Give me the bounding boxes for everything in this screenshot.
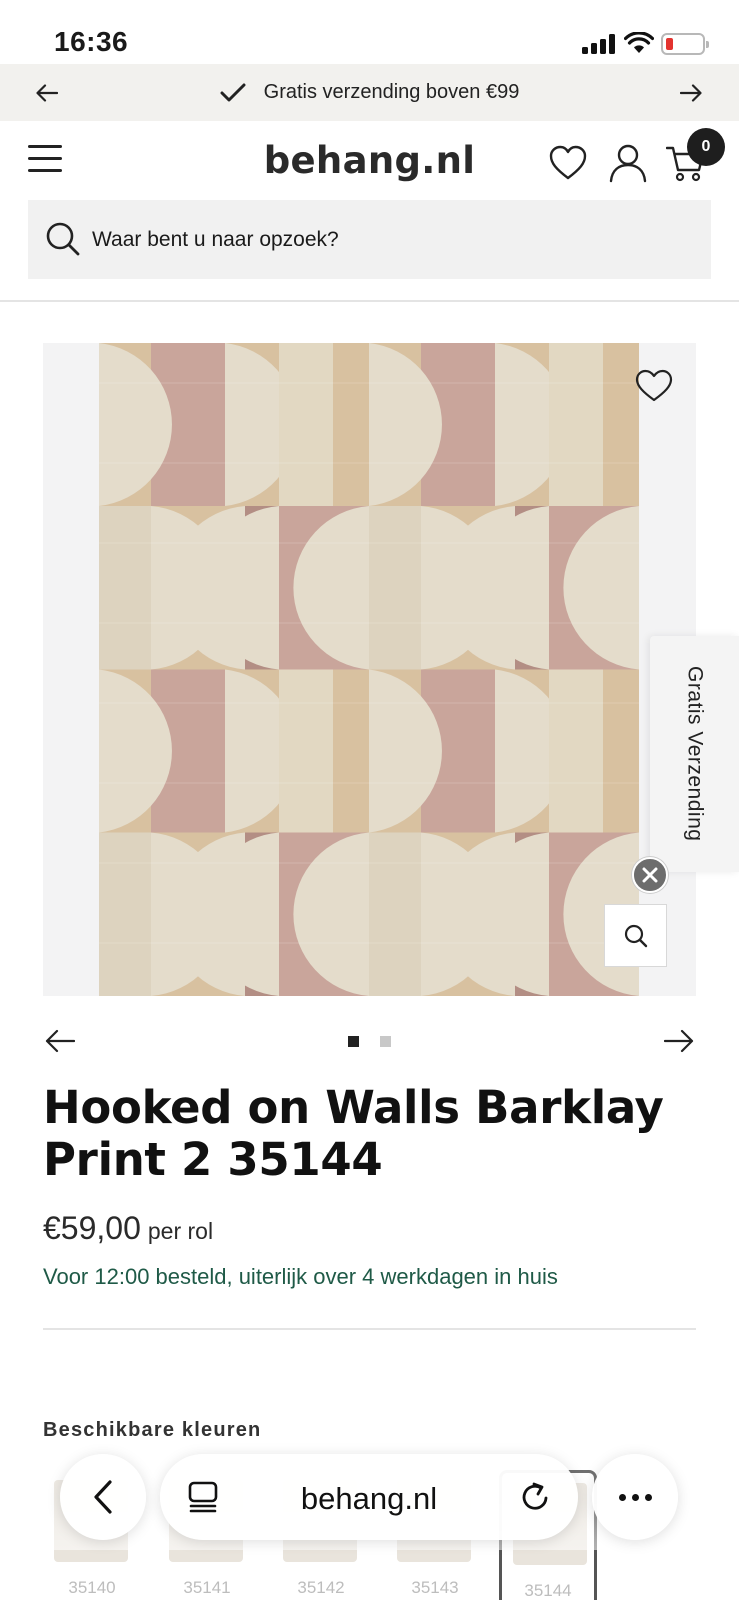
gallery-prev-button[interactable]	[43, 1024, 77, 1058]
promo-next-button[interactable]	[674, 76, 708, 110]
swatch-code: 35143	[411, 1578, 459, 1597]
close-side-tab-button[interactable]	[632, 857, 668, 893]
available-colors-heading: Beschikbare kleuren	[43, 1419, 262, 1441]
account-user-icon[interactable]	[608, 143, 648, 183]
browser-more-button[interactable]	[592, 1454, 678, 1540]
more-dot	[631, 1493, 639, 1501]
battery-icon	[661, 33, 709, 55]
gallery-dot-1[interactable]	[348, 1036, 359, 1047]
signal-icon	[582, 34, 618, 54]
more-dot	[618, 1493, 626, 1501]
chevron-left-icon	[94, 1480, 112, 1514]
check-icon	[220, 83, 246, 101]
promo-text: Gratis verzending boven €99	[263, 81, 520, 103]
swatch-code: 35142	[297, 1578, 345, 1597]
price-row: €59,00 per rol	[43, 1210, 213, 1247]
product-title: Hooked on Walls Barklay Print 2 35144	[43, 1081, 664, 1186]
free-shipping-side-tab[interactable]: Gratis Verzending	[650, 636, 739, 872]
zoom-image-button[interactable]	[604, 904, 667, 967]
browser-back-button[interactable]	[60, 1454, 146, 1540]
price-unit: per rol	[147, 1218, 214, 1244]
search-icon	[46, 222, 80, 256]
arrow-right-icon	[680, 84, 702, 102]
wifi-icon	[624, 32, 654, 53]
site-header: behang.nl	[0, 121, 739, 201]
search-input[interactable]	[92, 200, 692, 279]
cart-count-badge: 0	[687, 128, 725, 166]
swatch-code: 35141	[183, 1578, 231, 1597]
reload-icon[interactable]	[516, 1478, 554, 1516]
zoom-search-icon	[624, 924, 647, 947]
arrow-right-icon	[664, 1029, 694, 1053]
search-bar	[28, 200, 711, 279]
promo-bar: Gratis verzending boven €99	[0, 64, 739, 121]
swatch-code: 35144	[524, 1581, 572, 1600]
gallery-dot-2[interactable]	[380, 1036, 391, 1047]
side-tab-label: Gratis Verzending	[683, 666, 707, 842]
arrow-left-icon	[36, 84, 58, 102]
gallery-carousel-nav	[43, 1020, 696, 1062]
browser-address-bar[interactable]: behang.nl	[160, 1454, 578, 1540]
promo-prev-button[interactable]	[30, 76, 64, 110]
product-image-gallery[interactable]	[43, 343, 696, 996]
swatch-code: 35140	[68, 1578, 116, 1597]
gallery-next-button[interactable]	[662, 1024, 696, 1058]
delivery-info: Voor 12:00 besteld, uiterlijk over 4 wer…	[43, 1264, 558, 1289]
wishlist-heart-icon[interactable]	[548, 143, 588, 183]
arrow-left-icon	[45, 1029, 75, 1053]
status-bar: 16:36	[0, 0, 739, 64]
info-divider	[43, 1328, 696, 1330]
status-time: 16:36	[54, 26, 129, 57]
header-divider	[0, 300, 739, 302]
product-image	[99, 343, 639, 996]
product-price: €59,00	[43, 1210, 141, 1246]
add-to-wishlist-heart-icon[interactable]	[634, 368, 674, 404]
more-dot	[644, 1493, 652, 1501]
close-icon	[642, 867, 658, 883]
